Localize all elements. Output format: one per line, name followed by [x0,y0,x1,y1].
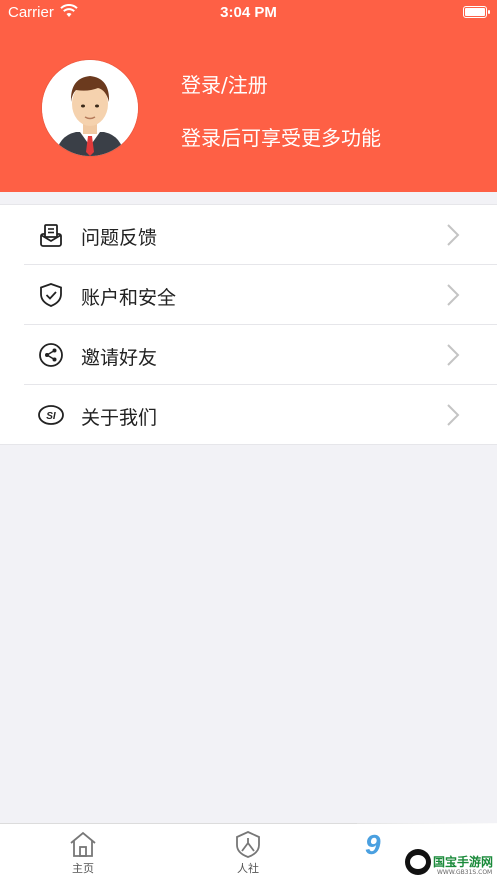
watermark-logo: 9 国宝手游网 WWW.GB31S.COM [357,823,497,883]
menu-label-feedback: 问题反馈 [81,227,158,249]
shield-check-icon [40,283,62,307]
status-bar: Carrier 3:04 PM [0,0,497,26]
login-register-link[interactable]: 登录/注册 [181,69,268,98]
menu-item-about-us[interactable]: SI 关于我们 [24,385,497,444]
menu-item-invite-friends[interactable]: 邀请好友 [24,325,497,385]
feedback-mail-icon [40,224,62,247]
watermark-brand: 9 [365,829,381,860]
menu-item-account-security[interactable]: 账户和安全 [24,265,497,325]
user-avatar-icon [42,60,138,156]
home-icon [70,831,96,857]
tab-label-social: 人社 [237,862,259,875]
settings-menu: 问题反馈 账户和安全 邀请好友 SI 关于我们 [0,204,497,445]
person-shield-icon [236,831,260,858]
login-hint-text: 登录后可享受更多功能 [181,126,381,150]
chevron-right-icon [447,344,460,366]
battery-icon [463,6,490,18]
tab-social[interactable]: 人社 [218,830,278,876]
svg-text:SI: SI [46,411,56,422]
avatar[interactable] [42,60,138,156]
bottom-tab-bar: 主页 人社 9 国宝手游网 WWW.GB31S.COM [0,823,497,883]
chevron-right-icon [447,284,460,306]
menu-label-account-security: 账户和安全 [81,287,177,309]
watermark-url: WWW.GB31S.COM [437,869,493,876]
watermark-text: 国宝手游网 [433,855,494,869]
tab-label-home: 主页 [72,862,94,875]
menu-label-about-us: 关于我们 [81,407,158,429]
menu-item-feedback[interactable]: 问题反馈 [24,205,497,265]
clock: 3:04 PM [220,4,277,21]
tab-home[interactable]: 主页 [53,830,113,876]
share-icon [39,343,63,367]
menu-label-invite-friends: 邀请好友 [81,347,158,369]
chevron-right-icon [447,224,460,246]
si-logo-icon: SI [38,405,64,425]
profile-header: Carrier 3:04 PM 登录/注册 登录后可享受更多功能 [0,0,497,192]
chevron-right-icon [447,404,460,426]
panda-icon [405,849,431,875]
